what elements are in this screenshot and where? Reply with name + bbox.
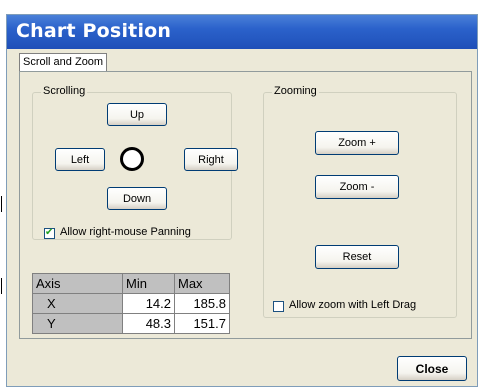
max-cell[interactable]: 185.8 (174, 293, 230, 314)
table-row: Y 48.3 151.7 (32, 313, 230, 334)
tab-panel-scroll-and-zoom: Scrolling Up Left Right Down ✔ Allow rig… (19, 71, 472, 339)
pan-center-icon (120, 147, 144, 171)
left-drag-zoom-label: Allow zoom with Left Drag (289, 299, 417, 311)
edge-mark (1, 196, 2, 212)
min-cell[interactable]: 14.2 (122, 293, 175, 314)
axis-column-header: Axis (32, 273, 123, 294)
axis-range-table: Axis Min Max X 14.2 185.8 Y 48.3 151.7 (32, 273, 230, 334)
max-column-header: Max (174, 273, 230, 294)
axis-cell: Y (32, 313, 123, 334)
dialog-title: Chart Position (16, 20, 172, 42)
table-header-row: Axis Min Max (32, 273, 230, 294)
min-column-header: Min (122, 273, 175, 294)
scrolling-group-label: Scrolling (41, 85, 88, 97)
zoom-out-button[interactable]: Zoom - (315, 175, 399, 199)
reset-zoom-button[interactable]: Reset (315, 245, 399, 269)
min-cell[interactable]: 48.3 (122, 313, 175, 334)
panning-checkbox-label: Allow right-mouse Panning (60, 226, 191, 238)
panning-checkbox[interactable]: ✔ (44, 227, 55, 239)
tab-scroll-and-zoom[interactable]: Scroll and Zoom (19, 53, 108, 71)
chart-position-dialog: Chart Position Scroll and Zoom Scrolling… (6, 14, 478, 387)
close-button[interactable]: Close (397, 356, 467, 381)
title-bar[interactable]: Chart Position (7, 15, 477, 49)
zoom-in-button[interactable]: Zoom + (315, 131, 399, 155)
axis-cell: X (32, 293, 123, 314)
scroll-left-button[interactable]: Left (55, 148, 105, 171)
scrolling-group: Scrolling Up Left Right Down ✔ Allow rig… (32, 85, 238, 240)
zooming-group: Zooming Zoom + Zoom - Reset Allow zoom w… (263, 85, 457, 318)
zooming-group-label: Zooming (272, 85, 319, 97)
max-cell[interactable]: 151.7 (174, 313, 230, 334)
table-row: X 14.2 185.8 (32, 293, 230, 314)
scroll-down-button[interactable]: Down (107, 187, 167, 210)
left-drag-zoom-checkbox[interactable] (273, 301, 284, 312)
edge-mark (1, 278, 2, 294)
scroll-up-button[interactable]: Up (107, 103, 167, 126)
scroll-right-button[interactable]: Right (184, 148, 238, 171)
checkmark-icon: ✔ (45, 227, 54, 238)
